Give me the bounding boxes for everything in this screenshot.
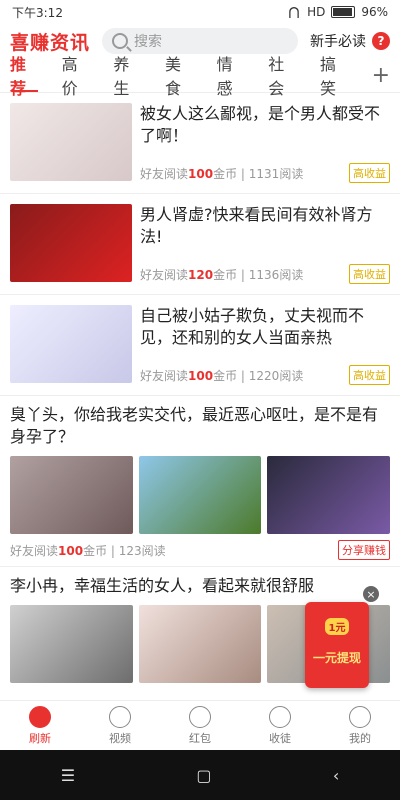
- article-thumbnail: [10, 305, 132, 383]
- article-image: [138, 605, 262, 683]
- status-time: 下午3:12: [12, 5, 63, 20]
- article-title: 自己被小姑子欺负，丈夫视而不见，还和别的女人当面亲热: [140, 306, 365, 347]
- newbie-guide-label: 新手必读: [310, 34, 366, 50]
- network-label: HD: [307, 5, 326, 19]
- video-icon: [109, 706, 131, 728]
- bottom-nav: 刷新 视频 红包 收徒 我的: [0, 700, 400, 751]
- home-icon[interactable]: ▢: [196, 766, 211, 785]
- user-icon: [349, 706, 371, 728]
- article-thumbnail: [10, 204, 132, 282]
- add-tab-icon[interactable]: +: [372, 63, 390, 88]
- list-item[interactable]: 男人肾虚?快来看民间有效补肾方法! 好友阅读120金币 | 1136阅读 高收益: [0, 194, 400, 295]
- article-image: [267, 456, 391, 534]
- article-image: [10, 605, 133, 683]
- tab-society[interactable]: 社会: [268, 55, 298, 98]
- tab-food[interactable]: 美食: [165, 55, 195, 98]
- people-icon: [269, 706, 291, 728]
- status-right: HD 96%: [287, 5, 388, 19]
- system-nav-bar: ☰ ▢ ‹: [0, 750, 400, 800]
- red-packet-amount: 1元: [324, 618, 350, 635]
- red-packet-icon: [189, 706, 211, 728]
- nav-video[interactable]: 视频: [109, 706, 131, 746]
- article-meta: 好友阅读120金币 | 1136阅读: [140, 267, 304, 282]
- article-title: 被女人这么鄙视，是个男人都受不了啊！: [140, 104, 381, 145]
- search-placeholder: 搜索: [134, 34, 163, 50]
- article-meta: 好友阅读100金币 | 1220阅读: [140, 368, 304, 383]
- refresh-icon: [29, 706, 51, 728]
- article-meta: 好友阅读100金币 | 123阅读: [10, 543, 166, 558]
- list-item[interactable]: 被女人这么鄙视，是个男人都受不了啊！ 好友阅读100金币 | 1131阅读 高收…: [0, 93, 400, 194]
- tab-high-price[interactable]: 高价: [62, 55, 92, 98]
- list-item[interactable]: 自己被小姑子欺负，丈夫视而不见，还和别的女人当面亲热 好友阅读100金币 | 1…: [0, 295, 400, 396]
- high-income-badge: 高收益: [349, 365, 390, 385]
- category-tabs: 推荐 高价 养生 美食 情感 社会 搞笑 +: [0, 55, 400, 98]
- nav-me[interactable]: 我的: [349, 706, 371, 746]
- list-item[interactable]: 臭丫头，你给我老实交代，最近恶心呕吐，是不是有身孕了？ 好友阅读100金币 | …: [0, 396, 400, 567]
- menu-icon[interactable]: ☰: [61, 766, 75, 785]
- newbie-guide-button[interactable]: 新手必读 ?: [310, 31, 390, 51]
- battery-icon: [331, 6, 356, 18]
- article-title: 臭丫头，你给我老实交代，最近恶心呕吐，是不是有身孕了？: [10, 405, 379, 446]
- tab-emotion[interactable]: 情感: [217, 55, 247, 98]
- status-bar: 下午3:12 HD 96%: [0, 0, 400, 24]
- tab-recommend[interactable]: 推荐: [10, 55, 40, 98]
- nav-apprentice[interactable]: 收徒: [269, 706, 291, 746]
- tab-health[interactable]: 养生: [113, 55, 143, 98]
- article-title: 男人肾虚?快来看民间有效补肾方法!: [140, 205, 373, 246]
- article-image: [10, 456, 133, 534]
- nav-refresh[interactable]: 刷新: [29, 706, 51, 746]
- share-earn-badge[interactable]: 分享赚钱: [338, 540, 390, 560]
- high-income-badge: 高收益: [349, 264, 390, 284]
- search-icon: [112, 33, 129, 49]
- tab-funny[interactable]: 搞笑: [320, 55, 350, 98]
- close-icon[interactable]: ×: [363, 586, 379, 602]
- battery-percent: 96%: [361, 5, 388, 19]
- back-icon[interactable]: ‹: [333, 766, 339, 785]
- help-icon: ?: [372, 32, 390, 50]
- article-image: [138, 456, 262, 534]
- article-meta: 好友阅读100金币 | 1131阅读: [140, 166, 304, 181]
- red-packet-label: 一元提现: [312, 651, 361, 665]
- nav-redpacket[interactable]: 红包: [189, 706, 211, 746]
- high-income-badge: 高收益: [349, 163, 390, 183]
- red-packet-withdraw-button[interactable]: 1元 一元提现: [305, 602, 369, 688]
- article-thumbnail: [10, 103, 132, 181]
- wifi-icon: [287, 7, 301, 17]
- article-title: 李小冉，幸福生活的女人，看起来就很舒服: [10, 576, 315, 595]
